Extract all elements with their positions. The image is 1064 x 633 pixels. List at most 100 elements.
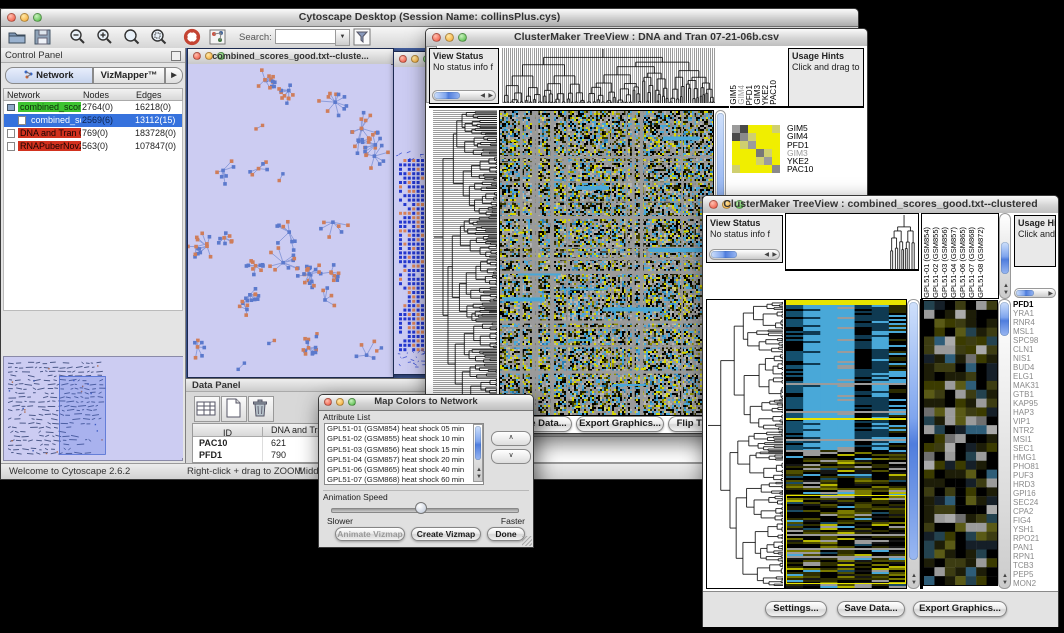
scrollbar-thumb[interactable] — [711, 251, 737, 258]
gene-label[interactable]: RPO21 — [1013, 534, 1057, 543]
gene-label[interactable]: MON2 — [1013, 579, 1057, 588]
gene-label[interactable]: NIS1 — [1013, 354, 1057, 363]
usage-hscrollbar[interactable]: ▶ — [1014, 288, 1056, 298]
network-row[interactable]: combined_scores 2764(0) 16218(0) — [4, 101, 182, 114]
animate-vizmap-button[interactable]: Animate Vizmap — [335, 527, 405, 541]
search-input[interactable] — [275, 29, 337, 44]
attribute-item[interactable]: GPL51-06 (GSM865) heat shock 40 min — [325, 465, 483, 475]
network-overview-panel[interactable] — [3, 356, 183, 461]
scroll-left-icon[interactable]: ◀ — [764, 252, 769, 258]
gene-label[interactable]: PAN1 — [1013, 543, 1057, 552]
scrollbar-thumb[interactable] — [909, 302, 918, 560]
scroll-right-icon[interactable]: ▶ — [1048, 291, 1053, 297]
gene-label[interactable]: VIP1 — [1013, 417, 1057, 426]
zoom-out-icon[interactable] — [69, 28, 89, 46]
heatmap-canvas[interactable] — [499, 110, 714, 416]
attribute-item[interactable]: GPL51-02 (GSM855) heat shock 10 min — [325, 434, 483, 444]
attribute-table-icon[interactable] — [194, 396, 220, 422]
gene-label[interactable]: SPC98 — [1013, 336, 1057, 345]
heatmap-vscrollbar[interactable]: ▲ ▼ — [907, 299, 920, 589]
scroll-up-icon[interactable]: ▲ — [476, 467, 482, 473]
export-graphics-button[interactable]: Export Graphics... — [913, 601, 1007, 617]
main-titlebar[interactable]: Cytoscape Desktop (Session Name: collins… — [1, 9, 858, 27]
move-up-button[interactable]: ∧ — [491, 431, 531, 446]
scroll-left-icon[interactable]: ◀ — [480, 93, 485, 99]
gene-label[interactable]: RNR4 — [1013, 318, 1057, 327]
gene-label[interactable]: PFD1 — [1013, 300, 1057, 309]
network-row[interactable]: RNAPuberNov2+ 563(0) 107847(0) — [4, 140, 182, 153]
gene-label[interactable]: CLN1 — [1013, 345, 1057, 354]
scroll-down-icon[interactable]: ▼ — [476, 474, 482, 480]
open-file-button[interactable] — [7, 28, 27, 46]
tab-vizmapper[interactable]: VizMapper™ — [93, 67, 165, 84]
tab-overflow-icon[interactable]: ▶ — [165, 67, 183, 84]
gene-label[interactable]: HMG1 — [1013, 453, 1057, 462]
save-session-button[interactable] — [34, 28, 54, 46]
minimize-icon[interactable] — [411, 55, 419, 63]
gene-label[interactable]: GPI16 — [1013, 489, 1057, 498]
attribute-item[interactable]: GPL51-04 (GSM857) heat shock 20 min — [325, 455, 483, 465]
gene-label[interactable]: YSH1 — [1013, 525, 1057, 534]
gene-label[interactable]: KAP95 — [1013, 399, 1057, 408]
save-data-button[interactable]: Save Data... — [837, 601, 905, 617]
zoom-vscrollbar[interactable]: ▲ ▼ — [998, 299, 1011, 589]
gene-label[interactable]: PHO81 — [1013, 462, 1057, 471]
attribute-item[interactable]: GPL51-03 (GSM856) heat shock 15 min — [325, 445, 483, 455]
heatmap-canvas[interactable] — [785, 299, 907, 589]
scrollbar-thumb[interactable] — [475, 426, 481, 460]
list-vscrollbar[interactable]: ▲ ▼ — [473, 424, 483, 482]
gene-label[interactable]: YRA1 — [1013, 309, 1057, 318]
status-hscrollbar[interactable]: ◀ ▶ — [432, 90, 496, 101]
scrollbar-thumb[interactable] — [1000, 302, 1009, 336]
tab-network[interactable]: Network — [5, 67, 93, 84]
search-dropdown-icon[interactable]: ▼ — [335, 29, 350, 46]
scroll-up-icon[interactable]: ▲ — [1002, 573, 1008, 579]
scroll-up-icon[interactable]: ▲ — [911, 573, 917, 579]
treeview2-titlebar[interactable]: ClusterMaker TreeView : combined_scores_… — [703, 196, 1058, 214]
overview-canvas[interactable] — [4, 357, 183, 458]
column-labels-vscrollbar[interactable]: ▲ ▼ — [999, 213, 1011, 299]
gene-label[interactable]: CPA2 — [1013, 507, 1057, 516]
export-graphics-button[interactable]: Export Graphics... — [576, 416, 664, 432]
gene-label[interactable]: TCB3 — [1013, 561, 1057, 570]
delete-attribute-trash-icon[interactable] — [248, 396, 274, 422]
zoom-fit-icon[interactable] — [123, 28, 143, 46]
gene-label[interactable]: MAK31 — [1013, 381, 1057, 390]
gene-label[interactable]: PUF3 — [1013, 471, 1057, 480]
filter-icon[interactable] — [353, 28, 373, 46]
gene-label[interactable]: MSL1 — [1013, 327, 1057, 336]
scrollbar-thumb[interactable] — [1001, 242, 1009, 274]
column-dendrogram-canvas[interactable] — [502, 48, 716, 103]
gene-label[interactable]: ELG1 — [1013, 372, 1057, 381]
network-canvas[interactable] — [188, 64, 391, 375]
network-view-titlebar[interactable]: combined_scores_good.txt--cluste... — [188, 49, 393, 65]
gene-label[interactable]: RPN1 — [1013, 552, 1057, 561]
scroll-right-icon[interactable]: ▶ — [488, 93, 493, 99]
scroll-down-icon[interactable]: ▼ — [1002, 580, 1008, 586]
similarity-matrix-canvas[interactable] — [732, 125, 780, 173]
zoom-in-icon[interactable] — [96, 28, 116, 46]
row-dendrogram-canvas[interactable] — [706, 299, 785, 589]
gene-label[interactable]: BUD4 — [1013, 363, 1057, 372]
scrollbar-thumb[interactable] — [1016, 290, 1034, 296]
create-vizmap-button[interactable]: Create Vizmap — [411, 527, 481, 541]
gene-label[interactable]: NTR2 — [1013, 426, 1057, 435]
gene-label[interactable]: SEC1 — [1013, 444, 1057, 453]
gene-label[interactable]: GTB1 — [1013, 390, 1057, 399]
gene-label[interactable]: SEC24 — [1013, 498, 1057, 507]
network-row[interactable]: DNA and Tran 07 769(0) 183728(0) — [4, 127, 182, 140]
row-dendrogram-canvas[interactable] — [433, 110, 497, 414]
scroll-down-icon[interactable]: ▼ — [1003, 290, 1009, 296]
zoom-heatmap-canvas[interactable] — [923, 300, 998, 586]
gene-label[interactable]: PEP5 — [1013, 570, 1057, 579]
move-down-button[interactable]: ∨ — [491, 449, 531, 464]
network-row[interactable]: combined_sco 2569(6) 13112(15) — [4, 114, 182, 127]
gene-label[interactable]: MSI1 — [1013, 435, 1057, 444]
zoom-selected-icon[interactable] — [150, 28, 170, 46]
gene-label[interactable]: HAP3 — [1013, 408, 1057, 417]
gene-label[interactable]: HRD3 — [1013, 480, 1057, 489]
help-lifesaver-icon[interactable] — [183, 28, 203, 46]
settings-button[interactable]: Settings... — [765, 601, 827, 617]
scroll-up-icon[interactable]: ▲ — [1003, 283, 1009, 289]
close-icon[interactable] — [399, 55, 407, 63]
